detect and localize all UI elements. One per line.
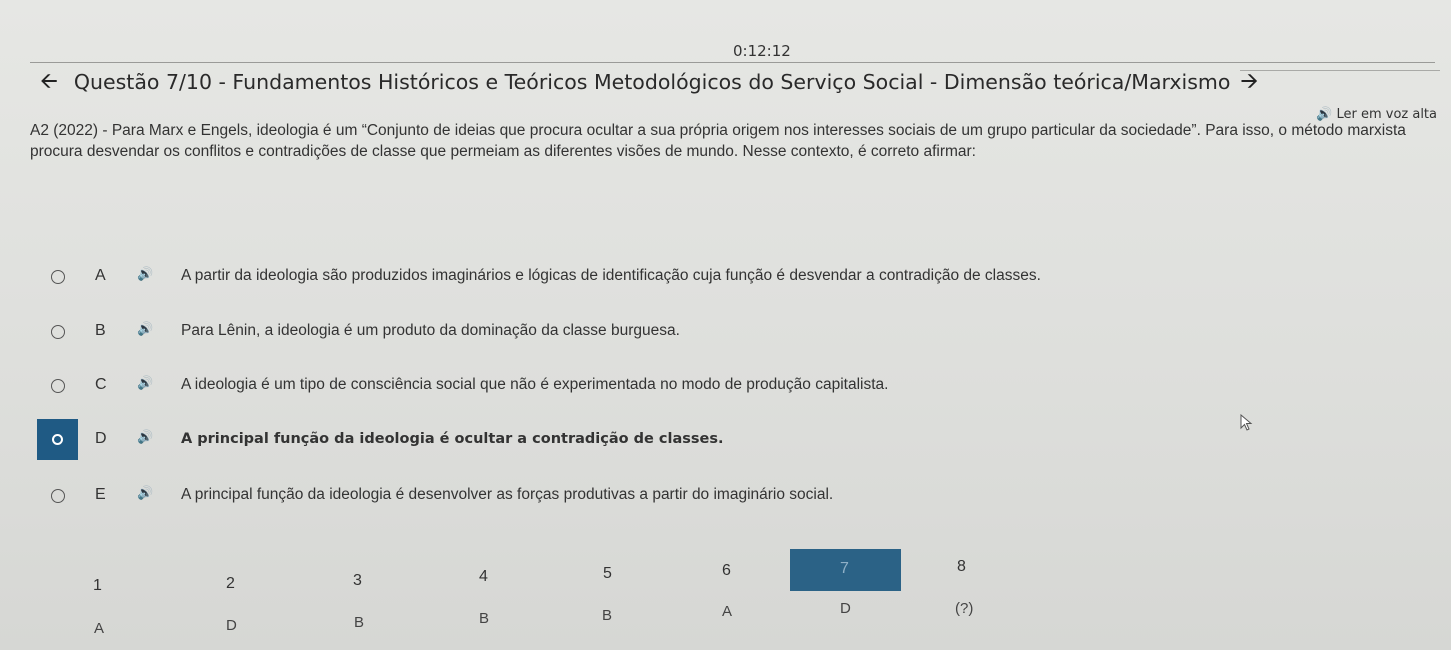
- option-letter: A: [95, 267, 106, 284]
- nav-question-3[interactable]: 3: [353, 572, 362, 590]
- option-text: Para Lênin, a ideologia é um produto da …: [181, 322, 680, 339]
- question-title: Questão 7/10 - Fundamentos Históricos e …: [73, 70, 1231, 94]
- radio-button[interactable]: [51, 379, 65, 393]
- nav-question-4[interactable]: 4: [479, 568, 488, 586]
- nav-question-7[interactable]: 7: [790, 549, 901, 591]
- option-text: A partir da ideologia são produzidos ima…: [181, 267, 1041, 284]
- nav-answer-4: B: [479, 610, 490, 627]
- nav-question-6[interactable]: 6: [722, 562, 731, 580]
- option-text: A principal função da ideologia é oculta…: [181, 431, 724, 447]
- option-letter: D: [95, 430, 107, 447]
- nav-number-current: 7: [840, 560, 849, 577]
- nav-answer-3: B: [354, 614, 365, 631]
- nav-answer-8: (?): [955, 600, 974, 617]
- speaker-icon[interactable]: 🔊: [137, 486, 153, 501]
- option-text: A ideologia é um tipo de consciência soc…: [181, 376, 889, 393]
- radio-button[interactable]: [51, 325, 65, 339]
- speaker-icon[interactable]: 🔊: [137, 376, 153, 391]
- option-letter: B: [95, 322, 106, 339]
- question-text: A2 (2022) - Para Marx e Engels, ideologi…: [30, 122, 1406, 160]
- nav-answer-6: A: [722, 603, 733, 620]
- nav-answer-5: B: [602, 607, 613, 624]
- nav-answer-2: D: [226, 617, 237, 634]
- question-header: 🡨 Questão 7/10 - Fundamentos Históricos …: [40, 70, 1258, 94]
- header-divider: [30, 62, 1435, 63]
- option-c[interactable]: C 🔊 A ideologia é um tipo de consciência…: [0, 374, 1300, 402]
- header-divider-secondary: [1240, 70, 1440, 71]
- option-text: A principal função da ideologia é desenv…: [181, 486, 834, 503]
- nav-question-1[interactable]: 1: [93, 577, 102, 595]
- nav-question-8[interactable]: 8: [957, 558, 966, 576]
- radio-button-selected[interactable]: [37, 419, 78, 460]
- option-b[interactable]: B 🔊 Para Lênin, a ideologia é um produto…: [0, 320, 1300, 348]
- option-a[interactable]: A 🔊 A partir da ideologia são produzidos…: [0, 265, 1300, 293]
- nav-answer-1: A: [94, 620, 105, 637]
- arrow-right-icon[interactable]: 🡪: [1240, 71, 1258, 93]
- speaker-icon[interactable]: 🔊: [137, 430, 153, 445]
- radio-button[interactable]: [51, 489, 65, 503]
- nav-question-2[interactable]: 2: [226, 575, 235, 593]
- option-letter: E: [95, 486, 106, 503]
- radio-button[interactable]: [51, 270, 65, 284]
- arrow-left-icon[interactable]: 🡨: [40, 71, 58, 93]
- speaker-icon[interactable]: 🔊: [137, 322, 153, 337]
- speaker-icon[interactable]: 🔊: [137, 267, 153, 282]
- option-d[interactable]: D 🔊 A principal função da ideologia é oc…: [0, 419, 1300, 460]
- option-e[interactable]: E 🔊 A principal função da ideologia é de…: [0, 484, 1300, 512]
- nav-question-5[interactable]: 5: [603, 565, 612, 583]
- mouse-cursor-icon: [1240, 414, 1253, 431]
- timer: 0:12:12: [733, 42, 791, 60]
- option-letter: C: [95, 376, 107, 393]
- nav-answer-7: D: [840, 600, 851, 617]
